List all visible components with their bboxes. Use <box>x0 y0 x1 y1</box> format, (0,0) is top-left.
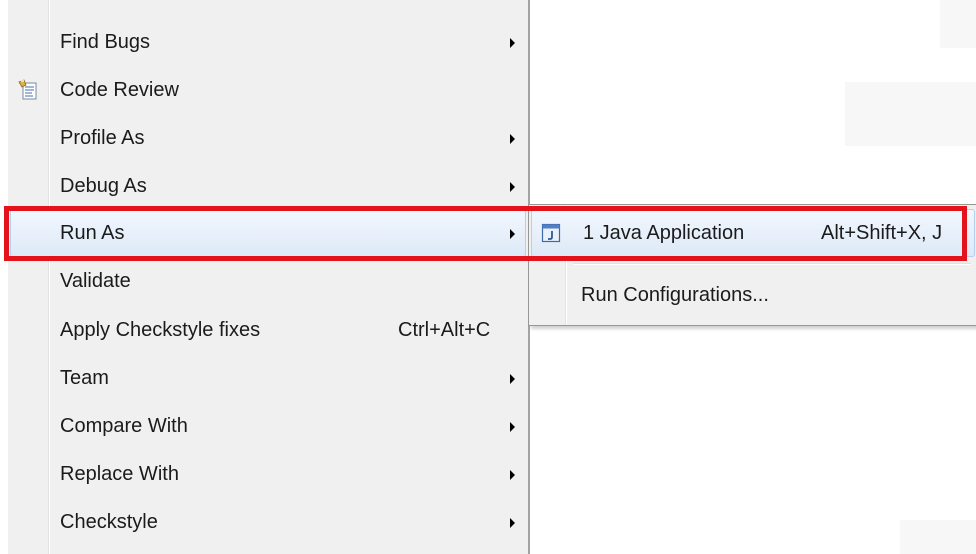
menu-item-checkstyle[interactable]: Checkstyle <box>8 498 528 546</box>
menu-item-validate[interactable]: Validate <box>8 257 528 305</box>
menu-item-label: Profile As <box>60 127 145 149</box>
menu-item-label: Debug As <box>60 175 147 197</box>
submenu-arrow-icon <box>510 182 515 192</box>
menu-item-find-bugs[interactable]: Find Bugs <box>8 18 528 66</box>
menu-item-label: Apply Checkstyle fixes <box>60 319 261 341</box>
menu-item-label: Validate <box>60 270 131 292</box>
menu-item-apply-checkstyle-fixes[interactable]: Apply Checkstyle fixes Ctrl+Alt+C <box>8 306 528 354</box>
menu-item-run-as[interactable]: Run As <box>10 209 526 257</box>
run-as-submenu: 1 Java Application Alt+Shift+X, J Run Co… <box>528 204 976 326</box>
menu-item-label: Find Bugs <box>60 31 151 53</box>
menu-item-compare-with[interactable]: Compare With <box>8 402 528 450</box>
menu-item-team[interactable]: Team <box>8 354 528 402</box>
menu-item-label: Checkstyle <box>60 511 158 533</box>
submenu-arrow-icon <box>510 518 515 528</box>
menu-item-label: Code Review <box>60 79 179 101</box>
submenu-arrow-icon <box>510 374 515 384</box>
code-review-icon <box>17 78 39 102</box>
submenu-item-run-configurations[interactable]: Run Configurations... <box>529 271 976 319</box>
menu-item-code-review[interactable]: Code Review <box>8 66 528 114</box>
submenu-item-shortcut: Alt+Shift+X, J <box>821 222 943 244</box>
java-application-icon <box>541 223 561 243</box>
menu-item-profile-as[interactable]: Profile As <box>8 114 528 162</box>
context-menu: Find Bugs Code Review Profile As Debug A… <box>8 0 530 554</box>
menu-item-shortcut: Ctrl+Alt+C <box>398 319 491 341</box>
submenu-arrow-icon <box>510 134 515 144</box>
menu-item-replace-with[interactable]: Replace With <box>8 450 528 498</box>
menu-item-label: Compare With <box>60 415 188 437</box>
background-panel <box>900 520 976 554</box>
submenu-arrow-icon <box>510 470 515 480</box>
background-panel <box>845 82 976 146</box>
menu-item-label: Run As <box>60 222 125 244</box>
menu-item-debug-as[interactable]: Debug As <box>8 162 528 210</box>
menu-item-label: Team <box>60 367 109 389</box>
submenu-arrow-icon <box>510 229 515 239</box>
menu-separator <box>573 263 971 265</box>
submenu-item-label: Run Configurations... <box>581 284 769 306</box>
menu-item-label: Replace With <box>60 463 179 485</box>
submenu-item-label: 1 Java Application <box>583 222 745 244</box>
background-panel <box>940 0 976 48</box>
submenu-arrow-icon <box>510 38 515 48</box>
submenu-arrow-icon <box>510 422 515 432</box>
submenu-item-java-application[interactable]: 1 Java Application Alt+Shift+X, J <box>531 209 975 257</box>
